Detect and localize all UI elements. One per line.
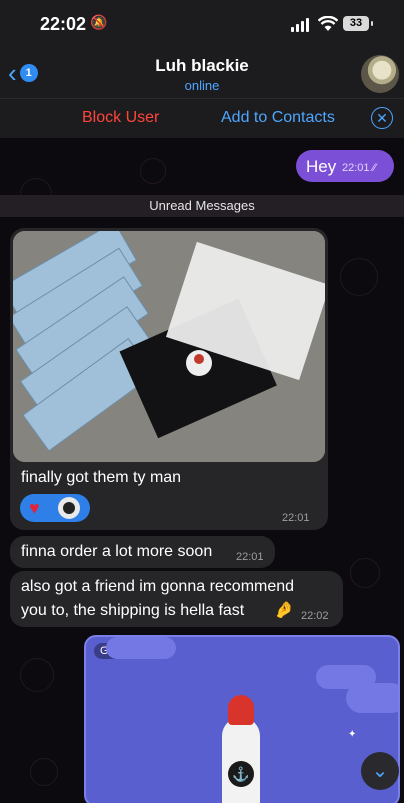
signal-icon [291,18,309,32]
incoming-message[interactable]: finna order a lot more soon 22:01 [10,536,275,568]
star-icon: ✦ [348,729,357,740]
double-check-icon: ⁄⁄ [372,162,377,174]
status-bar: 22:02 🔕 33 [0,0,404,50]
unread-divider: Unread Messages [0,195,404,217]
message-time: 22:01 [236,551,264,563]
wallpaper-doodle [20,658,54,692]
bell-slash-icon: 🔕 [90,14,108,30]
reaction-avatar-icon [58,497,80,519]
unread-label: Unread Messages [149,198,255,213]
message-photo[interactable] [13,231,325,462]
heart-icon: ♥ [29,498,40,518]
message-time: 22:02 [301,610,329,622]
rocket-emblem-icon: ⚓ [228,761,254,787]
outgoing-message[interactable]: Hey 22:01 ⁄⁄ [296,150,394,182]
message-text-line1: also got a friend im gonna recommend [21,578,295,595]
chevron-down-icon: ⌄ [371,760,389,782]
wifi-icon [317,15,339,37]
message-time: 22:01 [282,512,310,524]
cloud-graphic [346,683,398,713]
rocket-body [222,717,260,803]
rocket-tip [228,695,254,725]
block-user-button[interactable]: Block User [82,109,159,127]
incoming-message[interactable]: also got a friend im gonna recommend you… [10,571,343,627]
message-text-line2: you to, the shipping is hella fast [21,602,245,619]
scroll-down-button[interactable]: ⌄ [361,752,399,790]
wallpaper-doodle [30,758,58,786]
contact-status: online [184,78,220,93]
battery-icon: 33 [343,16,373,31]
message-text: finna order a lot more soon [21,543,213,560]
message-time: 22:01 ⁄⁄ [342,162,377,174]
close-icon[interactable]: ✕ [371,107,393,129]
incoming-gif-message[interactable]: GIF ✦ ⚓ [84,635,400,803]
wallpaper-doodle [140,158,166,184]
contact-name[interactable]: Luh blackie [0,56,404,76]
message-text: Hey [306,157,337,176]
status-time: 22:02 [40,14,87,34]
reactions-pill[interactable]: ♥ [20,494,90,522]
incoming-photo-message[interactable]: finally got them ty man ♥ 22:01 [10,228,328,530]
contact-action-bar: Block User Add to Contacts ✕ [0,98,404,139]
wallpaper-doodle [340,258,378,296]
chat-header: ‹ 1 Luh blackie online [0,50,404,98]
chat-area[interactable]: Hey 22:01 ⁄⁄ Unread Messages finally got… [0,138,404,803]
pinched-fingers-emoji-icon: 🤌 [274,602,294,619]
message-text: finally got them ty man [21,469,182,486]
avatar[interactable] [361,55,399,93]
wallpaper-doodle [350,558,380,588]
cloud-graphic [106,637,176,659]
add-to-contacts-button[interactable]: Add to Contacts [221,109,335,127]
